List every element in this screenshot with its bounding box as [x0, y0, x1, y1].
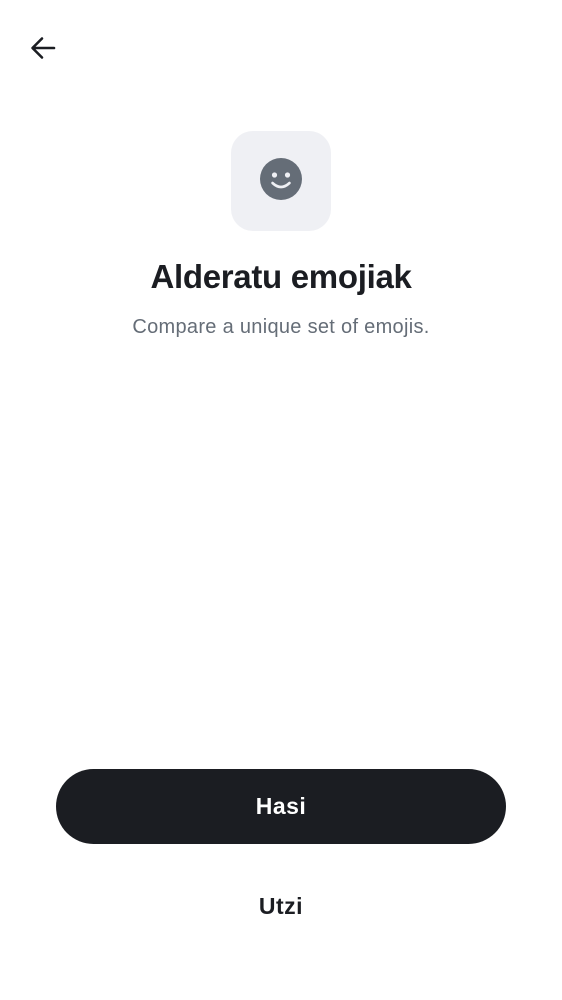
back-button[interactable]: [24, 31, 62, 69]
start-button[interactable]: Hasi: [56, 769, 506, 844]
page-subtitle: Compare a unique set of emojis.: [132, 316, 430, 338]
cancel-button[interactable]: Utzi: [156, 878, 406, 934]
arrow-left-icon: [29, 34, 57, 67]
page-title: Alderatu emojiak: [150, 258, 412, 295]
emoji-icon-tile: [231, 131, 331, 231]
smiley-face-icon: [260, 157, 302, 205]
